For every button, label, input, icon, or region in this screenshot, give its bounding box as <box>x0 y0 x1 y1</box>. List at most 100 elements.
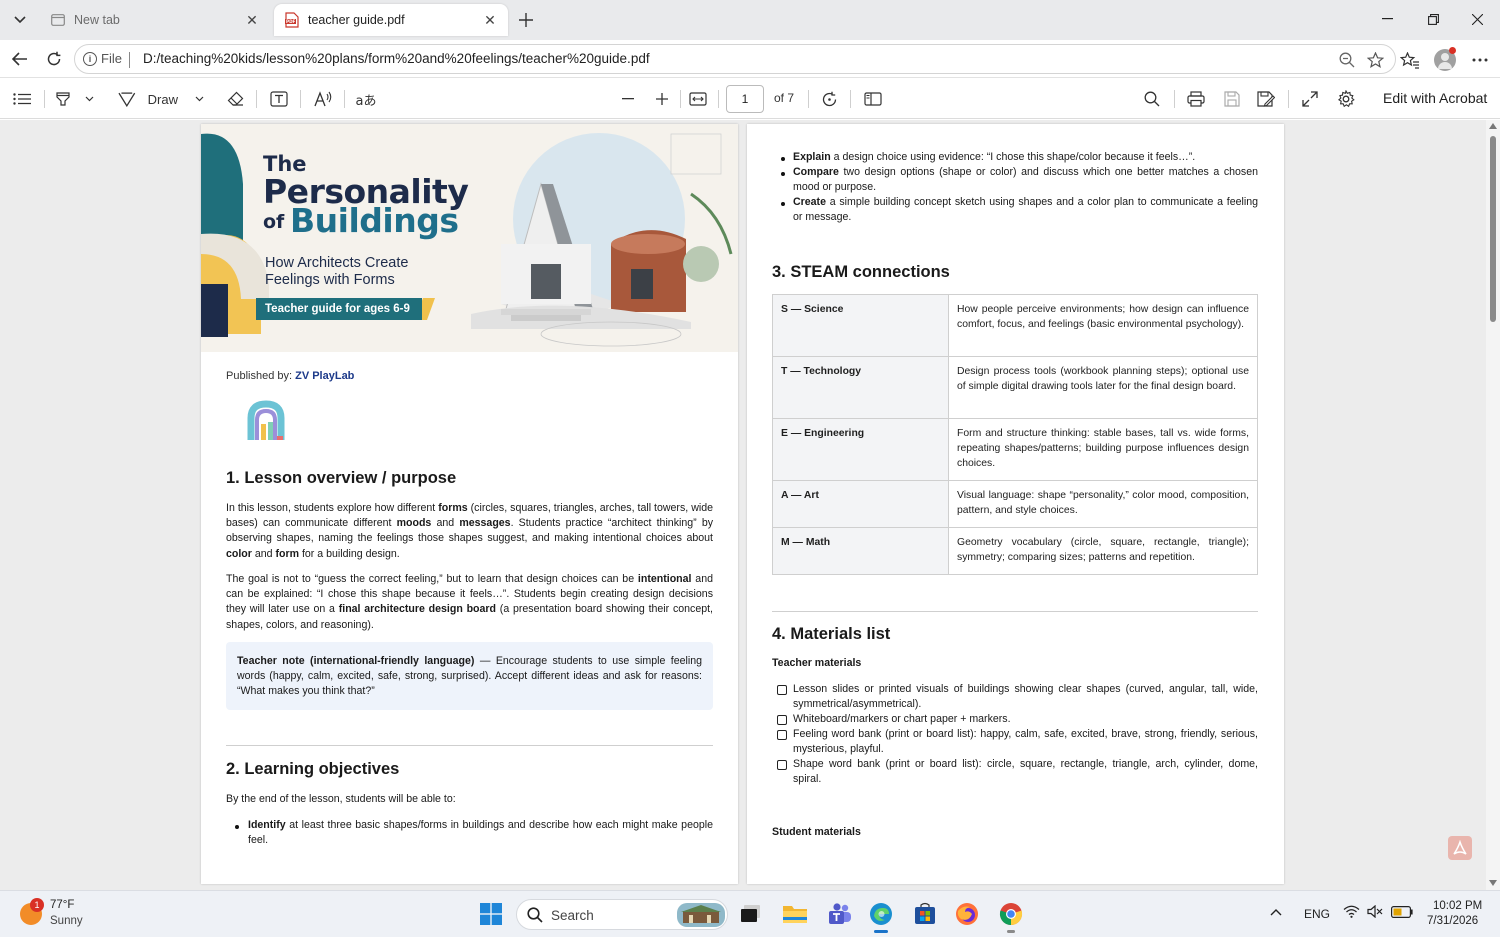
steam-table: S — Science How people perceive environm… <box>772 294 1258 575</box>
store-button[interactable] <box>910 899 940 929</box>
task-view-button[interactable] <box>736 899 766 929</box>
pdf-page-2: Explain a design choice using evidence: … <box>747 124 1284 884</box>
cover-illustration: The Personality of Buildings How Archite… <box>201 124 738 352</box>
highlight-options-button[interactable] <box>82 87 96 111</box>
url-text[interactable]: D:/teaching%20kids/lesson%20plans/form%2… <box>143 51 650 66</box>
taskbar-search[interactable]: Search <box>516 899 728 930</box>
page-view-button[interactable] <box>862 87 884 111</box>
text-run-bold: final architecture design board <box>338 603 497 616</box>
highlight-button[interactable] <box>52 87 74 111</box>
checkbox[interactable] <box>777 760 787 770</box>
zoom-out-button[interactable] <box>618 87 638 111</box>
save-as-button[interactable] <box>1256 87 1276 111</box>
tab-teacher-guide[interactable]: PDF teacher guide.pdf ✕ <box>274 4 508 36</box>
text-run: The goal is not to “guess the correct fe… <box>226 573 638 585</box>
back-button[interactable] <box>6 45 34 73</box>
close-window-button[interactable] <box>1454 0 1500 38</box>
text-run: a simple building concept sketch using s… <box>793 196 1258 224</box>
tab-actions-button[interactable] <box>6 6 34 34</box>
acrobat-icon[interactable] <box>1448 836 1472 860</box>
favorites-button[interactable] <box>1398 48 1422 72</box>
vertical-scrollbar[interactable] <box>1486 120 1500 890</box>
table-row: T — Technology Design process tools (wor… <box>772 356 1258 419</box>
read-aloud-button[interactable] <box>312 87 334 111</box>
fit-to-width-button[interactable] <box>688 87 708 111</box>
find-button[interactable] <box>1142 87 1162 111</box>
table-cell-value: How people perceive environments; how de… <box>948 294 1258 357</box>
search-icon <box>1144 91 1160 107</box>
draw-button[interactable]: Draw <box>118 87 178 111</box>
teams-button[interactable] <box>824 899 854 929</box>
table-cell-key: A — Art <box>772 480 949 528</box>
checkbox[interactable] <box>777 730 787 740</box>
wifi-icon[interactable] <box>1343 905 1360 921</box>
checkbox[interactable] <box>777 685 787 695</box>
erase-button[interactable] <box>224 87 246 111</box>
fullscreen-button[interactable] <box>1300 87 1320 111</box>
translate-button[interactable]: aあ <box>354 87 378 111</box>
scroll-up-icon[interactable] <box>1489 123 1497 129</box>
contents-button[interactable] <box>10 87 34 111</box>
start-button[interactable] <box>476 899 506 929</box>
edit-with-acrobat-button[interactable]: Edit with Acrobat <box>1383 90 1487 106</box>
show-hidden-icons-button[interactable] <box>1270 905 1282 919</box>
divider <box>344 90 345 108</box>
volume-muted-icon[interactable] <box>1367 904 1383 921</box>
section-heading: 1. Lesson overview / purpose <box>226 469 457 487</box>
divider <box>808 90 809 108</box>
text-run: at least three basic shapes/forms in bui… <box>248 819 713 847</box>
settings-more-button[interactable] <box>1468 48 1492 72</box>
minimize-button[interactable] <box>1364 0 1410 38</box>
bullet <box>781 202 785 206</box>
restore-button[interactable] <box>1410 0 1456 38</box>
playlab-logo-icon <box>247 400 285 440</box>
text-run-bold: Identify <box>248 819 286 831</box>
plus-icon <box>656 93 668 105</box>
favorite-star-icon[interactable] <box>1365 50 1385 70</box>
favorites-icon <box>1400 51 1419 69</box>
search-label: Search <box>551 908 594 923</box>
zoom-out-icon[interactable] <box>1337 50 1357 70</box>
table-row: M — Math Geometry vocabulary (circle, sq… <box>772 527 1258 575</box>
scroll-thumb[interactable] <box>1490 136 1496 322</box>
draw-icon <box>118 92 136 107</box>
materials-item: Lesson slides or printed visuals of buil… <box>793 683 1258 711</box>
cover-banner: Teacher guide for ages 6-9 <box>256 298 422 320</box>
refresh-button[interactable] <box>40 45 68 73</box>
site-info-button[interactable]: i File <box>83 51 122 66</box>
zoom-in-button[interactable] <box>652 87 672 111</box>
save-button[interactable] <box>1222 87 1242 111</box>
battery-icon[interactable] <box>1391 906 1413 921</box>
checkbox[interactable] <box>777 715 787 725</box>
divider <box>1174 90 1175 108</box>
chrome-button[interactable] <box>996 899 1026 933</box>
rotate-button[interactable] <box>818 87 840 111</box>
tab-new-tab[interactable]: New tab ✕ <box>40 4 270 36</box>
language-indicator[interactable]: ENG <box>1304 907 1330 921</box>
site-info-label: File <box>101 51 122 66</box>
file-explorer-button[interactable] <box>780 899 810 929</box>
clock-time[interactable]: 10:02 PM <box>1433 900 1482 912</box>
new-tab-button[interactable] <box>512 6 540 34</box>
print-icon <box>1187 91 1205 107</box>
more-icon <box>1472 58 1488 62</box>
close-icon[interactable]: ✕ <box>482 12 498 28</box>
draw-options-button[interactable] <box>192 87 206 111</box>
clock-date[interactable]: 7/31/2026 <box>1427 915 1478 927</box>
close-icon[interactable]: ✕ <box>244 12 260 28</box>
pdf-settings-button[interactable] <box>1336 87 1356 111</box>
restore-icon <box>1427 13 1439 25</box>
objective-item: Create a simple building concept sketch … <box>793 195 1258 225</box>
profile-button[interactable] <box>1433 47 1457 72</box>
firefox-icon <box>956 903 978 925</box>
scroll-down-icon[interactable] <box>1489 880 1497 886</box>
divider <box>772 611 1258 612</box>
task-view-icon <box>741 905 760 922</box>
pdf-viewer[interactable]: The Personality of Buildings How Archite… <box>0 120 1500 890</box>
edge-button[interactable] <box>866 899 896 933</box>
print-button[interactable] <box>1186 87 1206 111</box>
page-number-input[interactable]: 1 <box>726 85 764 113</box>
add-text-button[interactable] <box>268 87 290 111</box>
address-bar[interactable]: i File D:/teaching%20kids/lesson%20plans… <box>74 44 1396 74</box>
firefox-button[interactable] <box>952 899 982 929</box>
